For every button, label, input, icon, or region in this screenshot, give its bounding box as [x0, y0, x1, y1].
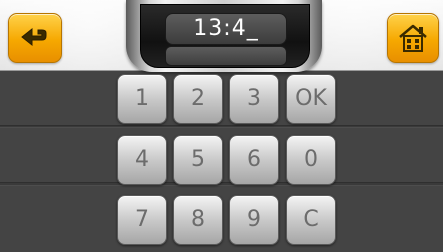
key-6[interactable]: 6 — [229, 135, 279, 185]
key-2[interactable]: 2 — [173, 74, 223, 124]
time-input-field[interactable]: 13:4_ — [165, 13, 287, 45]
key-3[interactable]: 3 — [229, 74, 279, 124]
home-button[interactable] — [387, 13, 439, 63]
home-icon — [399, 24, 427, 52]
key-9[interactable]: 9 — [229, 195, 279, 245]
key-1[interactable]: 1 — [117, 74, 167, 124]
key-ok[interactable]: OK — [286, 74, 336, 124]
key-0[interactable]: 0 — [286, 135, 336, 185]
back-arrow-icon — [21, 27, 47, 47]
secondary-field — [165, 46, 287, 66]
display-frame: 13:4_ — [126, 0, 322, 72]
display-panel: 13:4_ — [140, 4, 310, 68]
back-button[interactable] — [8, 13, 62, 63]
key-8[interactable]: 8 — [173, 195, 223, 245]
key-5[interactable]: 5 — [173, 135, 223, 185]
key-clear[interactable]: C — [286, 195, 336, 245]
key-4[interactable]: 4 — [117, 135, 167, 185]
key-7[interactable]: 7 — [117, 195, 167, 245]
time-entry-screen: 13:4_ 1 2 3 OK 4 5 6 0 7 8 9 C — [0, 0, 443, 252]
